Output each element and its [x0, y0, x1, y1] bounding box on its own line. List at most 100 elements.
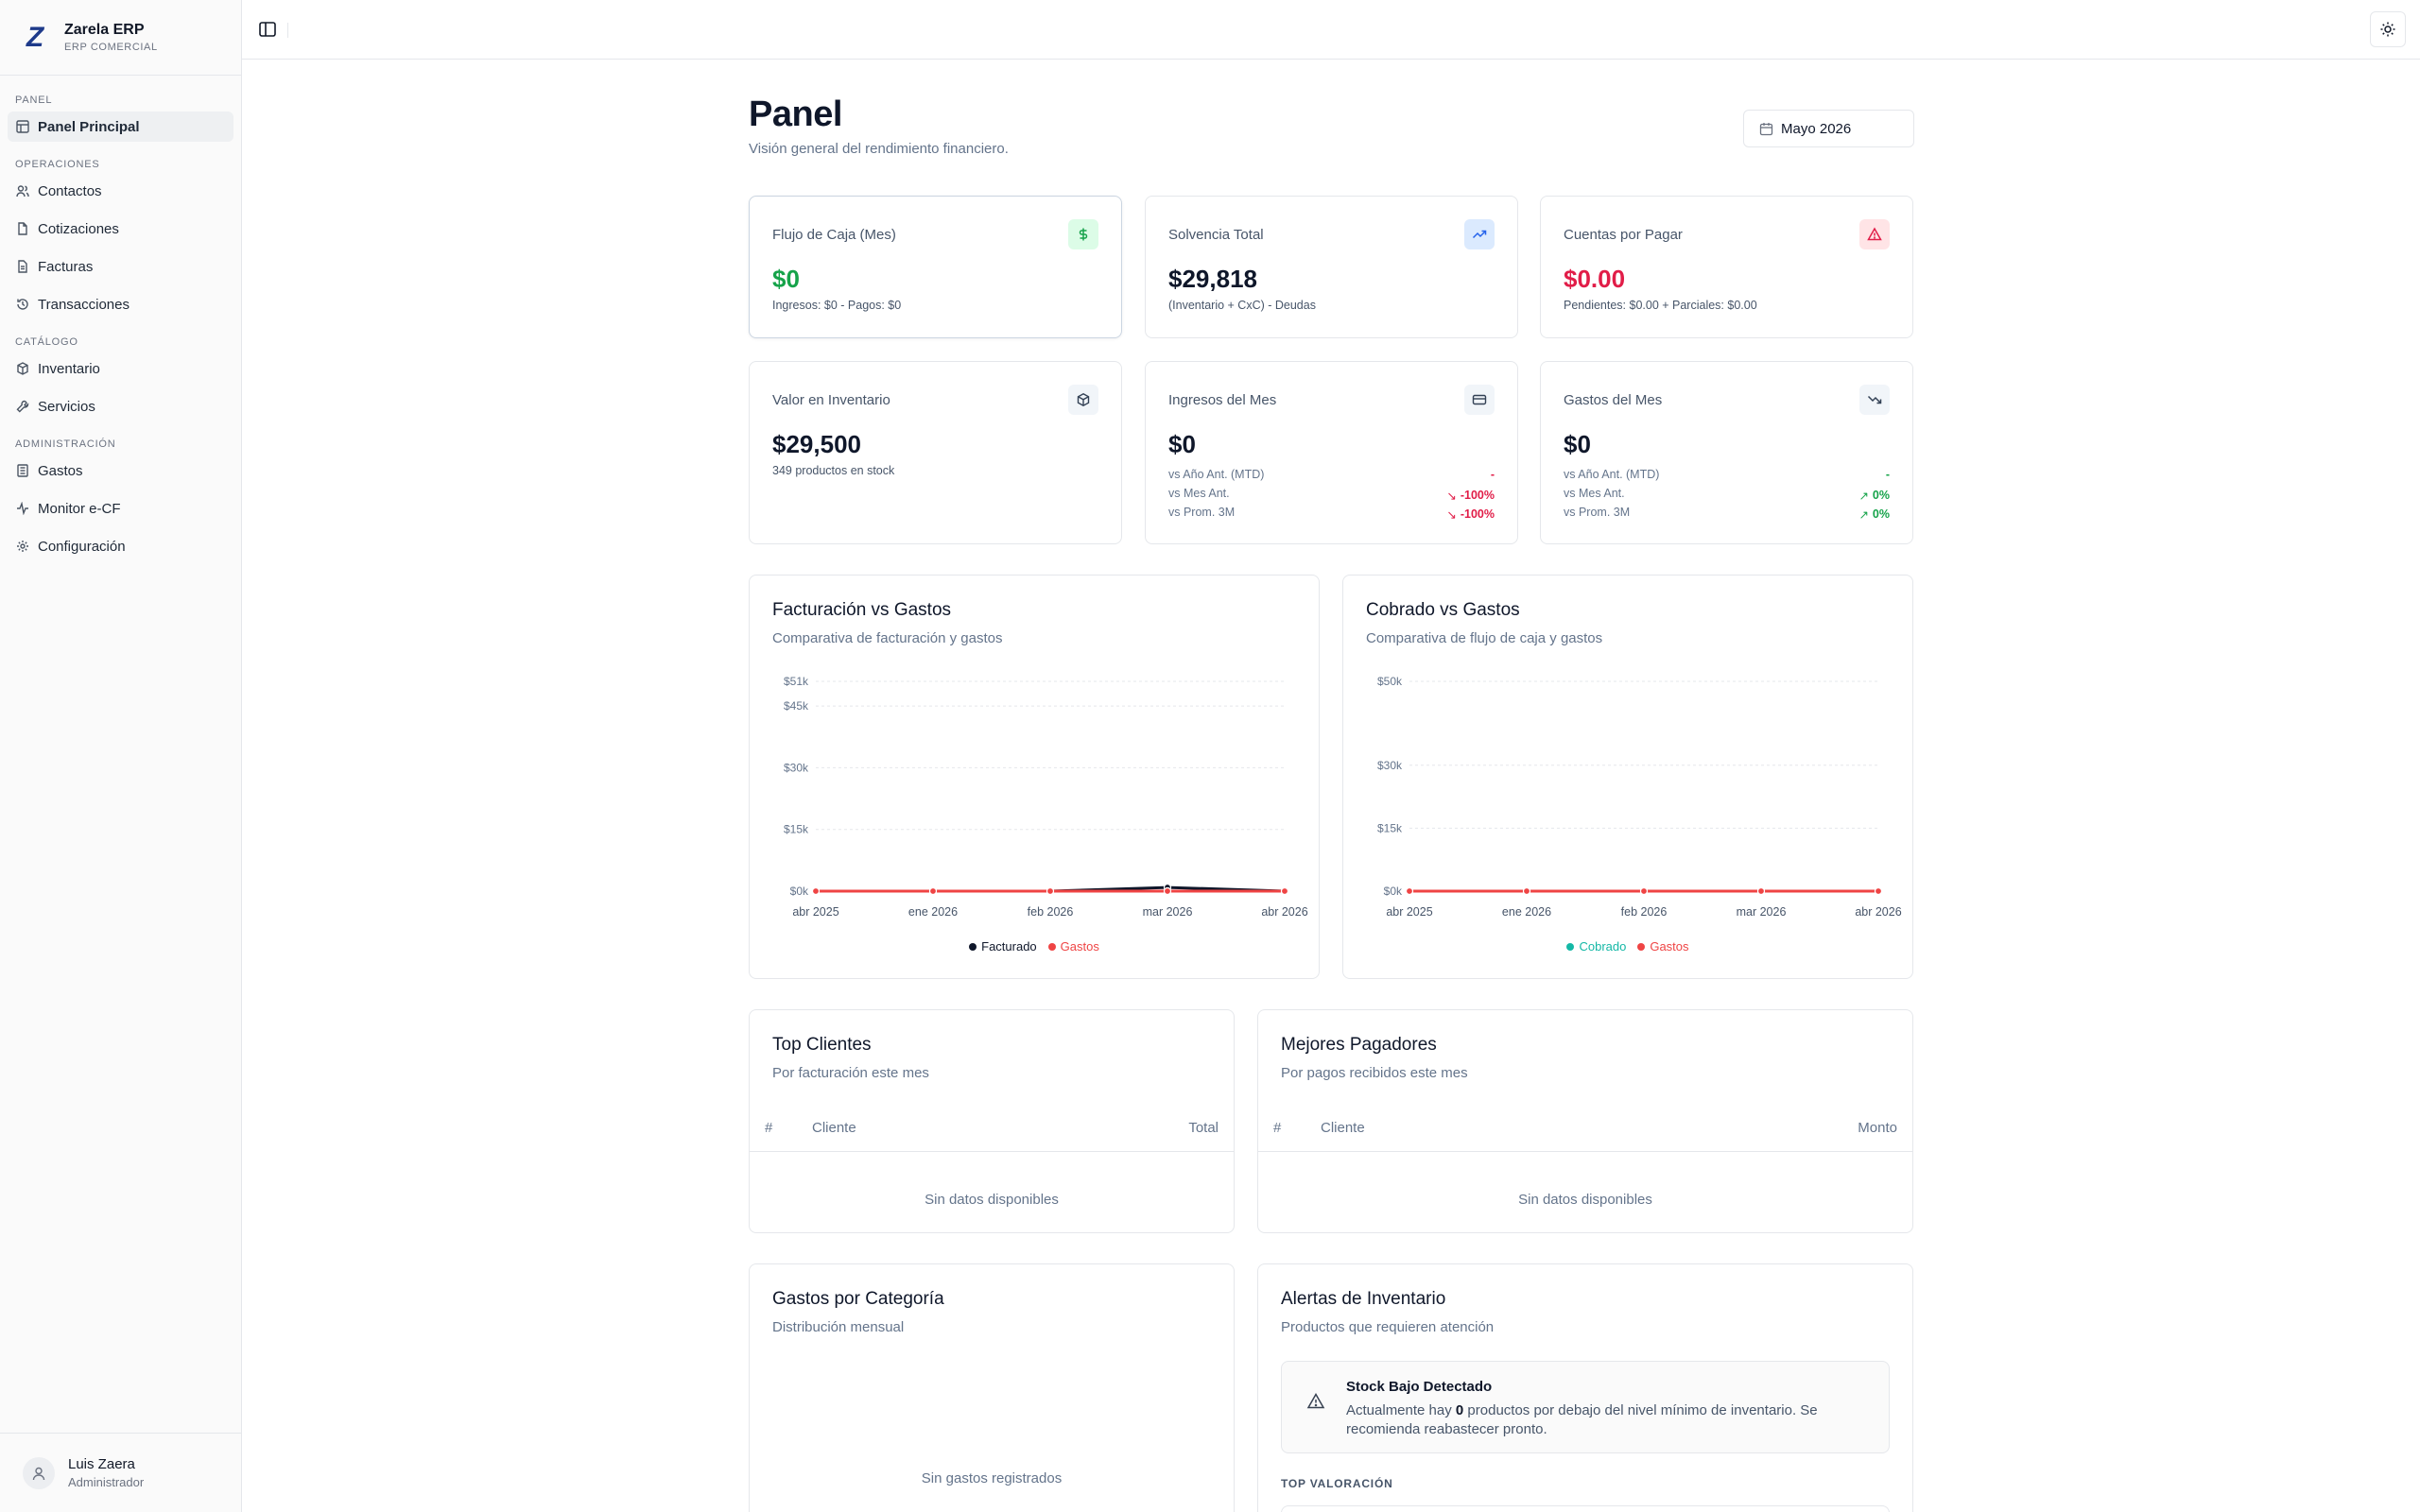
sidebar-toggle-button[interactable]: [255, 17, 280, 42]
sidebar-item-label: Configuración: [38, 538, 126, 555]
kpi-subtext: 349 productos en stock: [772, 464, 895, 477]
sidebar-item-configuracion[interactable]: Configuración: [8, 531, 233, 561]
kpi-value: $29,818: [1168, 265, 1257, 293]
sidebar: Z Zarela ERP ERP COMERCIAL PANEL Panel P…: [0, 0, 242, 1512]
sidebar-item-cotizaciones[interactable]: Cotizaciones: [8, 214, 233, 244]
theme-toggle-button[interactable]: [2370, 11, 2406, 47]
package-icon: [1068, 385, 1098, 415]
legend-swatch: [1566, 942, 1575, 951]
collected-chart: $0k $15k $30k $50k abr 2025 ene 2026 feb 2026 m…: [1377, 675, 1902, 919]
column-header-rank: #: [1273, 1120, 1282, 1136]
arrow-down-right-icon: ↘: [1446, 507, 1457, 522]
card-description: Distribución mensual: [772, 1319, 905, 1335]
receipt-icon: [15, 259, 30, 274]
page-title: Panel: [749, 94, 842, 134]
period-picker-button[interactable]: Mayo 2026: [1743, 110, 1914, 147]
sidebar-nav: PANEL Panel Principal OPERACIONES Contac…: [0, 76, 241, 561]
sidebar-item-facturas[interactable]: Facturas: [8, 251, 233, 282]
brand-subtitle: ERP COMERCIAL: [64, 42, 158, 53]
comparison-label: vs Mes Ant.: [1564, 487, 1625, 500]
sidebar-item-transacciones[interactable]: Transacciones: [8, 289, 233, 319]
kpi-card-income: Ingresos del Mes $0 vs Año Ant. (MTD) - …: [1145, 361, 1518, 544]
comparison-label: vs Año Ant. (MTD): [1564, 468, 1660, 481]
y-tick-label: $30k: [1377, 759, 1403, 772]
column-header-client: Cliente: [1321, 1120, 1365, 1136]
legend-label: Cobrado: [1579, 939, 1627, 954]
column-header-client: Cliente: [812, 1120, 856, 1136]
sidebar-item-inventario[interactable]: Inventario: [8, 353, 233, 384]
comparison-value: 0%: [1872, 507, 1890, 521]
y-tick-label: $30k: [784, 761, 809, 774]
sidebar-item-gastos[interactable]: Gastos: [8, 455, 233, 486]
column-header-total: Total: [1188, 1120, 1219, 1136]
comparison-value: -100%: [1460, 507, 1495, 521]
kpi-label: Gastos del Mes: [1564, 392, 1663, 408]
ledger-icon: [15, 463, 30, 478]
x-tick-label: abr 2025: [1386, 905, 1432, 919]
kpi-value: $0.00: [1564, 265, 1626, 293]
data-point: [1163, 886, 1172, 896]
chart-card-billing: Facturación vs Gastos Comparativa de fac…: [749, 575, 1320, 979]
user-icon: [32, 1467, 45, 1480]
section-label: TOP VALORACIÓN: [1281, 1477, 1393, 1490]
sidebar-item-label: Panel Principal: [38, 118, 140, 135]
kpi-label: Valor en Inventario: [772, 392, 890, 408]
kpi-label: Cuentas por Pagar: [1564, 227, 1683, 243]
brand-name: Zarela ERP: [64, 22, 145, 38]
data-point: [928, 886, 938, 896]
period-label: Mayo 2026: [1781, 120, 1852, 137]
comparison-label: vs Prom. 3M: [1168, 506, 1236, 519]
legend-label: Gastos: [1060, 939, 1099, 954]
y-tick-label: $15k: [1377, 821, 1403, 834]
legend-label: Facturado: [981, 939, 1037, 954]
kpi-card-expenses: Gastos del Mes $0 vs Año Ant. (MTD) - vs…: [1540, 361, 1913, 544]
nav-section-title: PANEL: [15, 94, 53, 106]
chart-legend: Cobrado Gastos: [1343, 939, 1912, 954]
arrow-up-right-icon: ↗: [1858, 507, 1869, 522]
sidebar-item-panel-principal[interactable]: Panel Principal: [8, 112, 233, 142]
sun-icon: [2380, 22, 2395, 37]
calendar-icon: [1759, 122, 1773, 136]
card-description: Por facturación este mes: [772, 1065, 929, 1081]
kpi-value: $0: [772, 265, 800, 293]
arrow-up-right-icon: ↗: [1858, 489, 1869, 503]
kpi-subtext: Pendientes: $0.00 + Parciales: $0.00: [1564, 299, 1757, 312]
brand[interactable]: Z Zarela ERP ERP COMERCIAL: [0, 0, 241, 76]
kpi-value: $0: [1564, 430, 1591, 458]
kpi-label: Ingresos del Mes: [1168, 392, 1277, 408]
panel-left-icon: [259, 22, 276, 37]
billing-chart: $0k $15k $30k $45k $51k abr 2025 ene 2026 feb 2…: [784, 675, 1308, 919]
sidebar-item-servicios[interactable]: Servicios: [8, 391, 233, 421]
sidebar-item-label: Servicios: [38, 398, 95, 415]
kpi-subtext: (Inventario + CxC) - Deudas: [1168, 299, 1316, 312]
comparison-value: -: [1885, 468, 1890, 481]
top-valuation-list: [1281, 1505, 1890, 1512]
kpi-subtext: Ingresos: $0 - Pagos: $0: [772, 299, 902, 312]
comparison-value: 0%: [1872, 489, 1890, 502]
arrow-down-right-icon: ↘: [1446, 489, 1457, 503]
settings-icon: [15, 539, 30, 554]
alert-title: Stock Bajo Detectado: [1346, 1379, 1493, 1395]
x-tick-label: abr 2026: [1261, 905, 1307, 919]
x-tick-label: mar 2026: [1143, 905, 1193, 919]
file-icon: [15, 221, 30, 236]
x-tick-label: abr 2025: [792, 905, 838, 919]
legend-label: Gastos: [1650, 939, 1689, 954]
column-header-amount: Monto: [1858, 1120, 1897, 1136]
comparison-row: vs Mes Ant. ↗ 0%: [1564, 487, 1890, 504]
sidebar-item-label: Contactos: [38, 182, 102, 199]
nav-section-title: CATÁLOGO: [15, 336, 78, 348]
sidebar-item-contactos[interactable]: Contactos: [8, 176, 233, 206]
x-tick-label: ene 2026: [1502, 905, 1551, 919]
sidebar-item-label: Transacciones: [38, 296, 130, 313]
card-description: Por pagos recibidos este mes: [1281, 1065, 1468, 1081]
user-menu[interactable]: Luis Zaera Administrador: [0, 1433, 241, 1512]
kpi-label: Flujo de Caja (Mes): [772, 227, 896, 243]
card-title: Top Clientes: [772, 1035, 872, 1055]
legend-item: Gastos: [1047, 939, 1099, 954]
boxes-icon: [15, 361, 30, 376]
kpi-card-payables: Cuentas por Pagar $0.00 Pendientes: $0.0…: [1540, 196, 1913, 338]
divider: [287, 23, 288, 38]
x-tick-label: feb 2026: [1621, 905, 1668, 919]
sidebar-item-monitor-ecf[interactable]: Monitor e-CF: [8, 493, 233, 524]
